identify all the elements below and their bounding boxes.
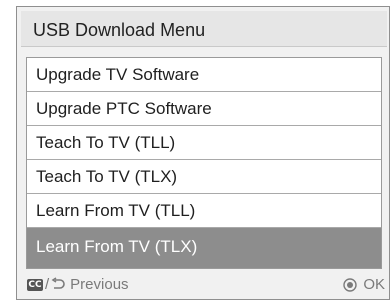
menu-list: Upgrade TV Software Upgrade PTC Software… [26, 57, 382, 269]
ok-label: OK [363, 276, 385, 293]
menu-item-teach-to-tv-tlx[interactable]: Teach To TV (TLX) [27, 160, 381, 194]
menu-item-learn-from-tv-tlx[interactable]: Learn From TV (TLX) [27, 228, 381, 268]
menu-item-upgrade-tv-software[interactable]: Upgrade TV Software [27, 58, 381, 92]
menu-item-label: Learn From TV (TLL) [36, 201, 196, 220]
back-arrow-icon [51, 276, 65, 293]
menu-item-label: Learn From TV (TLX) [36, 237, 198, 256]
menu-item-label: Upgrade TV Software [36, 65, 200, 84]
title-bar: USB Download Menu [21, 11, 387, 47]
ok-circle-icon [343, 277, 358, 292]
cc-icon: CC [27, 278, 43, 291]
usb-download-menu-dialog: USB Download Menu Upgrade TV Software Up… [16, 6, 390, 300]
ok-hint[interactable]: OK [343, 276, 385, 293]
separator-slash: / [45, 276, 50, 293]
menu-item-teach-to-tv-tll[interactable]: Teach To TV (TLL) [27, 126, 381, 160]
menu-title: USB Download Menu [33, 20, 206, 40]
menu-item-label: Teach To TV (TLX) [36, 167, 178, 186]
menu-item-learn-from-tv-tll[interactable]: Learn From TV (TLL) [27, 194, 381, 228]
previous-label: Previous [70, 276, 129, 293]
footer-bar: CC / Previous OK [17, 272, 389, 299]
previous-hint[interactable]: CC / Previous [27, 276, 129, 293]
menu-item-label: Teach To TV (TLL) [36, 133, 176, 152]
menu-item-upgrade-ptc-software[interactable]: Upgrade PTC Software [27, 92, 381, 126]
menu-item-label: Upgrade PTC Software [36, 99, 212, 118]
